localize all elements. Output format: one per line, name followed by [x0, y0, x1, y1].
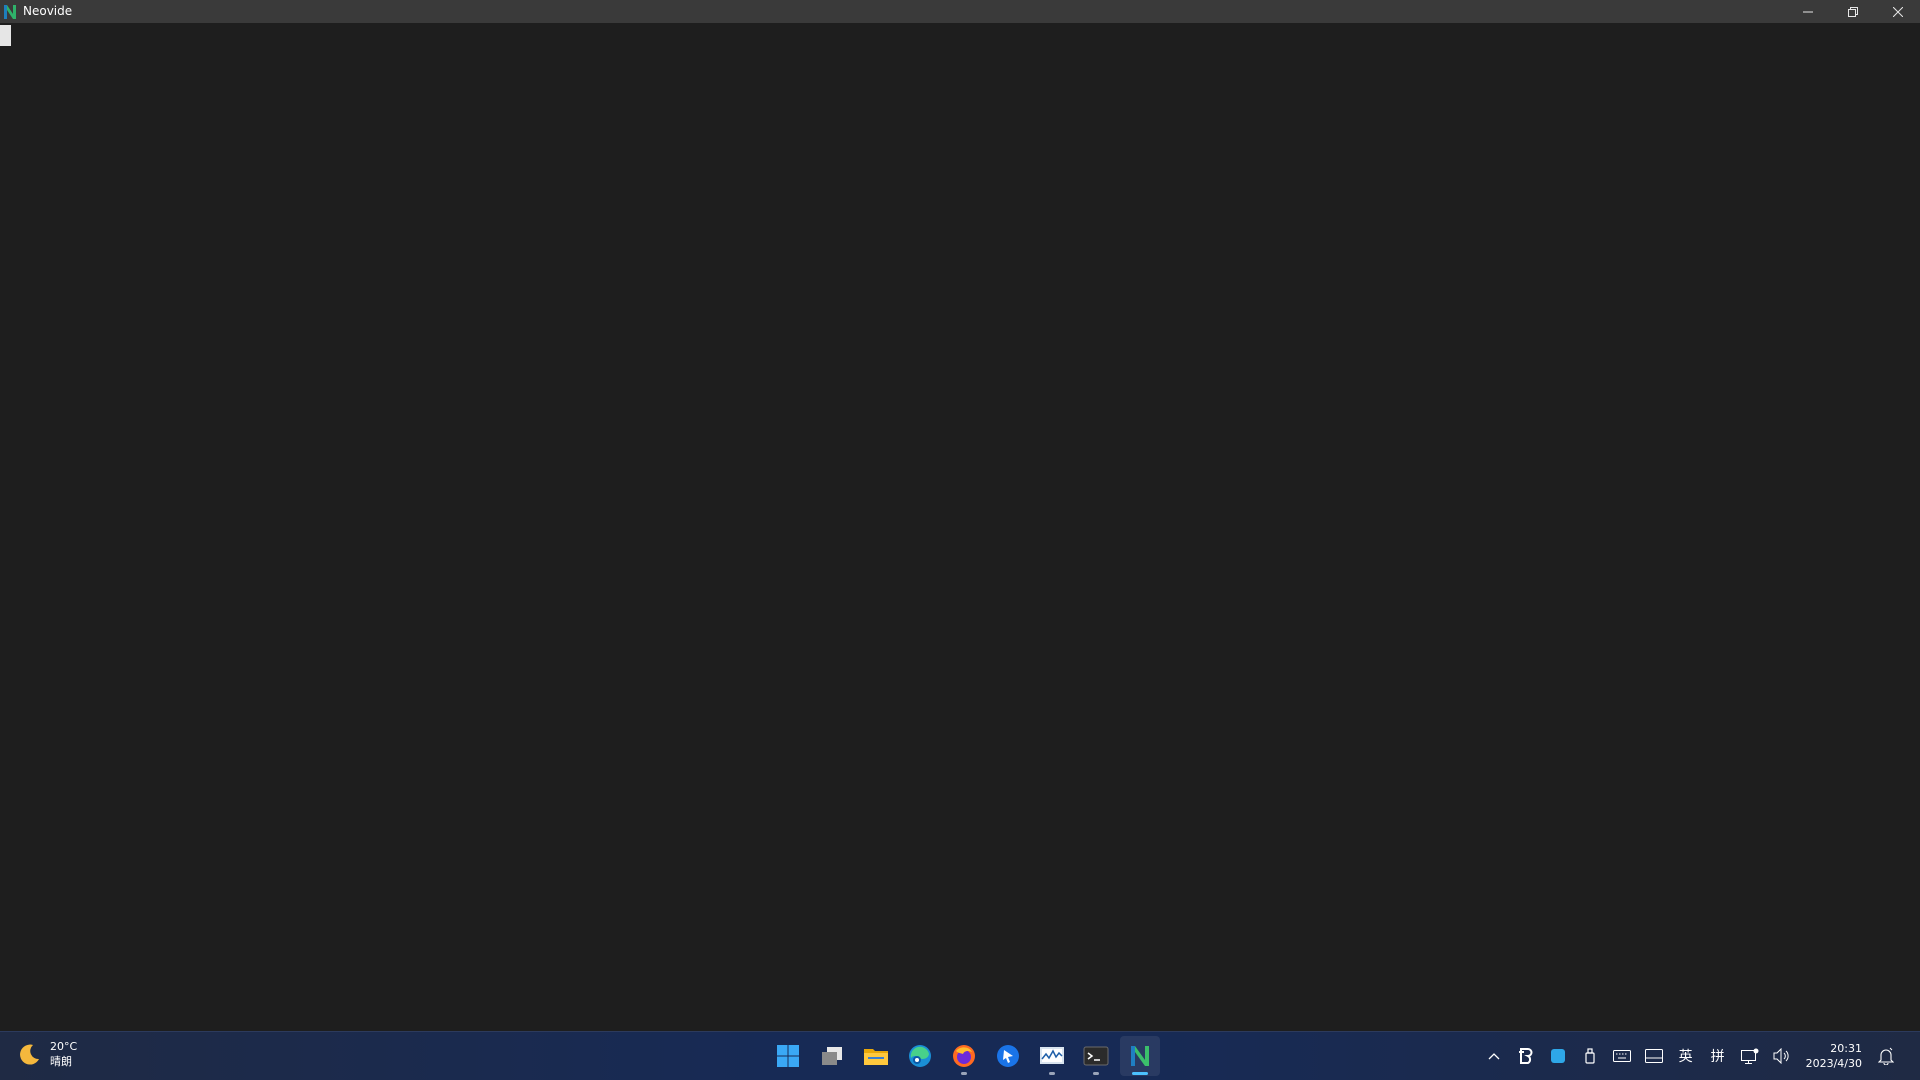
blue-square-app-icon: [1550, 1049, 1565, 1063]
taskbar: 20°C 晴朗 英 拼 20:31 2023/4/30: [0, 1031, 1920, 1080]
moon-icon: [20, 1044, 39, 1065]
running-indicator: [961, 1072, 967, 1075]
display-icon: [1644, 1049, 1663, 1063]
terminal-button[interactable]: [1076, 1036, 1116, 1076]
window-title: Neovide: [23, 4, 73, 18]
blue-arrow-icon: [997, 1045, 1019, 1067]
firefox-button[interactable]: [944, 1036, 984, 1076]
chevron-up-icon: [1488, 1053, 1500, 1060]
ime-mode-button[interactable]: 拼: [1705, 1036, 1731, 1076]
file-explorer-button[interactable]: [856, 1036, 896, 1076]
tablet-mode-button[interactable]: [1641, 1036, 1667, 1076]
touch-keyboard-button[interactable]: [1609, 1036, 1635, 1076]
firefox-icon: [953, 1045, 975, 1067]
blue-arrow-app-button[interactable]: [988, 1036, 1028, 1076]
edge-icon: [909, 1045, 931, 1067]
folder-icon: [864, 1049, 888, 1065]
weather-temperature: 20°C: [50, 1040, 78, 1053]
taskbar-apps: [766, 1036, 1162, 1076]
network-button[interactable]: [1737, 1036, 1763, 1076]
edge-button[interactable]: [900, 1036, 940, 1076]
weather-widget[interactable]: 20°C 晴朗: [18, 1039, 77, 1069]
restore-button[interactable]: [1830, 0, 1875, 23]
task-view-button[interactable]: [812, 1036, 852, 1076]
restore-icon: [1847, 6, 1858, 17]
clock-time: 20:31: [1830, 1042, 1862, 1055]
b-logo-icon: [1518, 1048, 1533, 1064]
neovide-icon: [1131, 1046, 1149, 1066]
show-hidden-icons-button[interactable]: [1481, 1036, 1507, 1076]
start-button[interactable]: [768, 1036, 808, 1076]
window-titlebar[interactable]: Neovide: [0, 0, 1920, 23]
network-icon: [1740, 1048, 1759, 1064]
notifications-button[interactable]: [1873, 1036, 1899, 1076]
terminal-icon: [1083, 1046, 1109, 1066]
active-indicator: [1132, 1072, 1148, 1075]
ime-language-button[interactable]: 英: [1673, 1036, 1699, 1076]
close-icon: [1892, 6, 1903, 17]
minimize-icon: [1802, 11, 1813, 12]
running-indicator: [1093, 1072, 1099, 1075]
speaker-icon: [1773, 1048, 1789, 1064]
neovide-app-icon: [3, 4, 17, 20]
running-indicator: [1049, 1072, 1055, 1075]
weather-condition: 晴朗: [50, 1055, 72, 1068]
keyboard-icon: [1612, 1050, 1631, 1062]
minimize-button[interactable]: [1785, 0, 1830, 23]
performance-monitor-button[interactable]: [1032, 1036, 1072, 1076]
volume-button[interactable]: [1769, 1036, 1795, 1076]
task-view-icon: [822, 1047, 842, 1065]
usb-drive-icon: [1584, 1048, 1595, 1064]
system-tray: 英 拼 20:31 2023/4/30: [1478, 1032, 1902, 1080]
clock-date: 2023/4/30: [1805, 1057, 1862, 1070]
usb-device-button[interactable]: [1577, 1036, 1603, 1076]
windows-start-icon: [777, 1045, 799, 1067]
neovide-button[interactable]: [1120, 1036, 1160, 1076]
editor-area[interactable]: [0, 23, 1920, 1031]
performance-monitor-icon: [1040, 1047, 1064, 1064]
close-button[interactable]: [1875, 0, 1920, 23]
clock[interactable]: 20:31 2023/4/30: [1806, 1041, 1862, 1071]
tray-app-blue-button[interactable]: [1545, 1036, 1571, 1076]
bell-icon: [1878, 1047, 1894, 1065]
text-cursor: [0, 25, 11, 46]
tray-app-b-button[interactable]: [1513, 1036, 1539, 1076]
